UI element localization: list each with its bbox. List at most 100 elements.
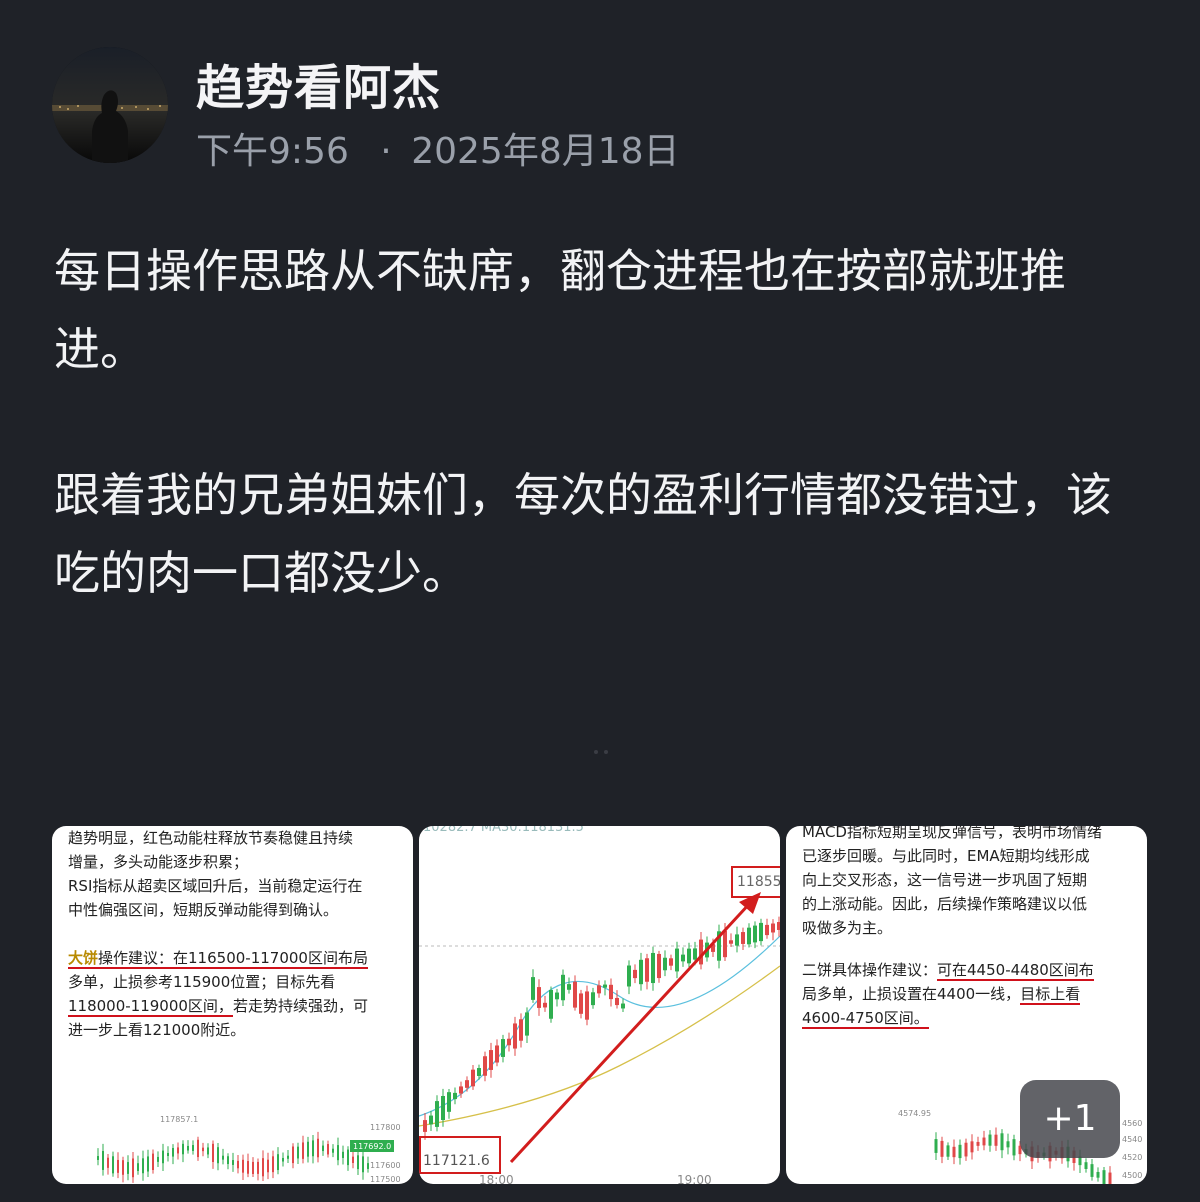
- image-line: 若走势持续强劲，可: [232, 997, 368, 1015]
- candle: [699, 939, 703, 965]
- image-line: 操作建议：在116500-117000区间布局: [98, 949, 368, 967]
- candle: [988, 1134, 992, 1146]
- candle: [753, 925, 757, 943]
- mini-candle-chart: 117857.1 117800 117692.0 117600 117500: [97, 1115, 401, 1184]
- image-line: 向上交叉形态，这一信号进一步巩固了短期: [802, 871, 1088, 889]
- candle: [597, 985, 601, 994]
- x-axis-label: 19:00: [677, 1173, 712, 1184]
- chart-label: 117692.0: [353, 1142, 391, 1151]
- candle: [1102, 1170, 1106, 1184]
- advice-label: 大饼: [68, 949, 99, 967]
- candle: [639, 959, 643, 985]
- image-line: 已逐步回暖。与此同时，EMA短期均线形成: [802, 847, 1090, 865]
- candle: [147, 1156, 149, 1172]
- candle: [940, 1140, 944, 1157]
- candle: [777, 922, 780, 930]
- candle: [976, 1141, 980, 1146]
- candle: [693, 948, 697, 960]
- candle: [765, 924, 769, 936]
- candle: [501, 1039, 505, 1057]
- image-line: 4600-4750区间。: [802, 1009, 929, 1029]
- price-box-bottom: 117121.6: [419, 1136, 501, 1174]
- image-line: RSI指标从超卖区域回升后，当前稳定运行在: [68, 877, 363, 895]
- candle: [287, 1155, 289, 1159]
- chart-label: 4560: [1122, 1119, 1142, 1128]
- candle: [1108, 1172, 1112, 1184]
- candle: [232, 1160, 234, 1165]
- candle: [573, 981, 577, 1008]
- candle: [187, 1145, 189, 1151]
- candle: [1012, 1139, 1016, 1156]
- avatar-photo-icon: [52, 47, 168, 163]
- candle: [1006, 1141, 1010, 1148]
- candle: [489, 1050, 493, 1070]
- candle: [633, 969, 637, 979]
- candle: [723, 930, 727, 958]
- post-body: 每日操作思路从不缺席，翻仓进程也在按部就班推进。 跟着我的兄弟姐妹们，每次的盈利…: [54, 232, 1154, 612]
- candle-chart: 18:00 19:00: [419, 892, 780, 1184]
- candle: [132, 1158, 134, 1178]
- chart-label: 4520: [1122, 1153, 1142, 1162]
- candle: [759, 922, 763, 942]
- chart-label: 4574.95: [898, 1109, 931, 1118]
- candle: [585, 991, 589, 1020]
- candle: [507, 1038, 511, 1046]
- candle: [958, 1144, 962, 1159]
- candle: [297, 1146, 299, 1159]
- candle: [447, 1092, 451, 1112]
- image-line: 二饼具体操作建议：: [802, 961, 938, 979]
- candle: [591, 992, 595, 1006]
- candle: [729, 940, 733, 944]
- candle: [332, 1148, 334, 1153]
- candle: [327, 1144, 329, 1155]
- candle: [681, 954, 685, 962]
- candle: [423, 1120, 427, 1132]
- candle: [741, 932, 745, 944]
- candle: [771, 923, 775, 933]
- candle: [970, 1141, 974, 1153]
- candle: [222, 1155, 224, 1160]
- candle: [162, 1150, 164, 1164]
- candle: [483, 1056, 487, 1076]
- post-time: 下午9:56: [196, 131, 349, 172]
- candle: [453, 1092, 457, 1100]
- candle: [1090, 1164, 1094, 1177]
- candle: [531, 977, 535, 1000]
- candle: [435, 1101, 439, 1127]
- candle: [117, 1159, 119, 1173]
- post-date: 2025年8月18日: [411, 131, 680, 172]
- candle: [669, 958, 673, 966]
- candle: [946, 1145, 950, 1157]
- author-avatar[interactable]: [52, 47, 168, 163]
- candle: [735, 934, 739, 946]
- chart-label: 4500: [1122, 1171, 1142, 1180]
- post-paragraph: 每日操作思路从不缺席，翻仓进程也在按部就班推进。: [54, 244, 1066, 376]
- author-name[interactable]: 趋势看阿杰: [196, 48, 441, 118]
- candle: [97, 1156, 99, 1160]
- candle: [207, 1147, 209, 1155]
- candle: [525, 1012, 529, 1036]
- candle: [282, 1157, 284, 1162]
- candle: [192, 1145, 194, 1151]
- image-line: 的上涨动能。因此，后续操作策略建议以低: [802, 895, 1088, 913]
- post-image-1[interactable]: 趋势明显，红色动能柱释放节奏稳健且持续 增量，多头动能逐步积累； RSI指标从超…: [52, 826, 413, 1184]
- candle: [1000, 1133, 1004, 1151]
- candle: [292, 1146, 294, 1164]
- candle: [277, 1154, 279, 1171]
- image-line: 局多单，止损设置在4400一线，: [802, 985, 1021, 1003]
- candle: [964, 1142, 968, 1157]
- post-meta: 下午9:56 · 2025年8月18日: [196, 122, 680, 174]
- candle: [137, 1163, 139, 1171]
- candle: [367, 1163, 369, 1169]
- candle: [157, 1156, 159, 1162]
- candle: [1084, 1162, 1088, 1169]
- candle: [337, 1145, 339, 1161]
- candle: [177, 1147, 179, 1154]
- post-image-2[interactable]: 10282.7 MA30:118131.5 18:00 19:00 118558…: [419, 826, 780, 1184]
- image-line: 吸做多为主。: [802, 919, 893, 937]
- candle: [519, 1019, 523, 1041]
- candle: [549, 990, 553, 1019]
- candle: [127, 1162, 129, 1174]
- more-images-badge[interactable]: +1: [1020, 1080, 1120, 1158]
- candle: [621, 1003, 625, 1009]
